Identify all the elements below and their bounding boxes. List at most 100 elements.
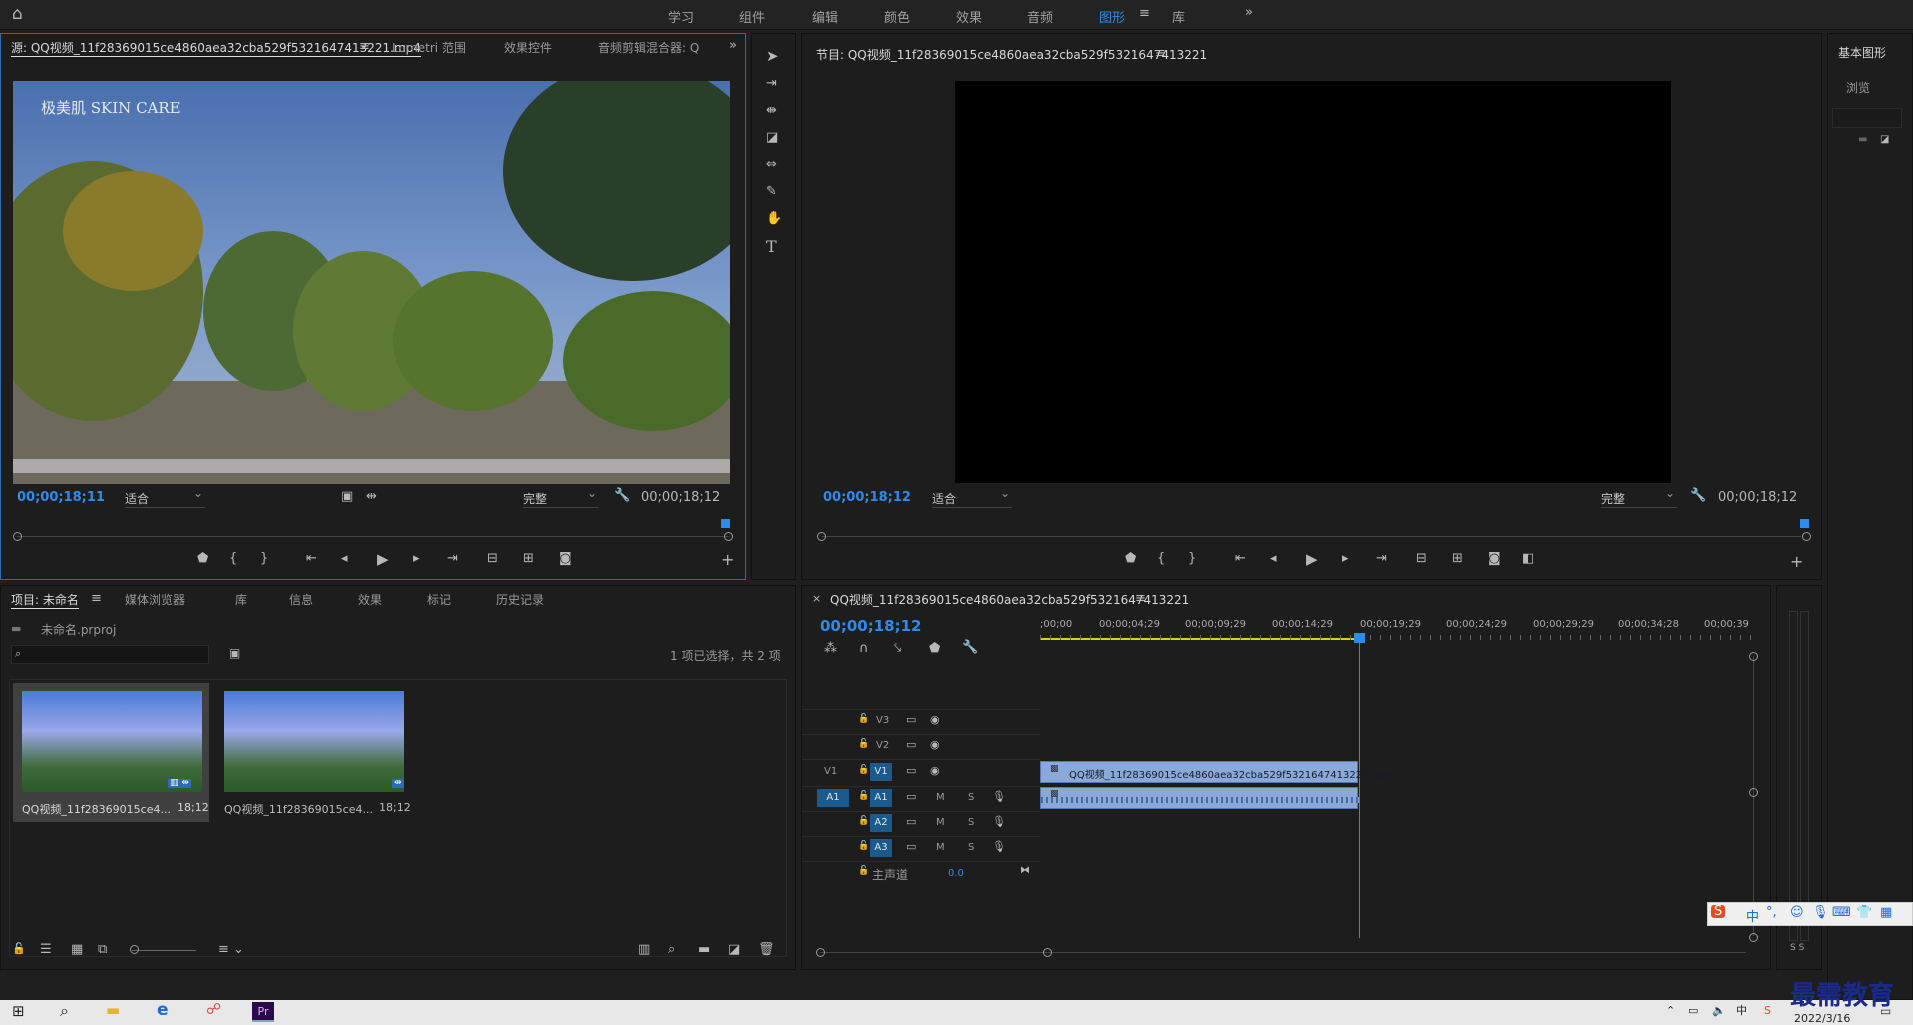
- tab-effect-controls[interactable]: 效果控件: [504, 39, 552, 56]
- home-icon[interactable]: ⌂: [12, 6, 23, 23]
- video-clip[interactable]: ▩ QQ视频_11f28369015ce4860aea32cba529f5321…: [1040, 761, 1394, 783]
- selection-tool-icon[interactable]: ➤: [766, 49, 779, 64]
- sort-icon[interactable]: ≡ ⌄: [218, 943, 244, 956]
- scrubber-start-handle[interactable]: [13, 532, 22, 541]
- tab-project[interactable]: 项目: 未命名: [11, 591, 79, 609]
- lock-icon[interactable]: 🔓: [858, 842, 869, 851]
- mark-out-icon[interactable]: }: [260, 552, 268, 565]
- source-playhead[interactable]: [721, 519, 730, 528]
- linked-selection-icon[interactable]: ⤥: [894, 642, 901, 655]
- network-icon[interactable]: ▭: [1688, 1005, 1698, 1016]
- lock-icon[interactable]: 🔓: [858, 715, 869, 724]
- app-icon[interactable]: ☍: [206, 1002, 221, 1017]
- scroll-handle-top[interactable]: [1749, 652, 1758, 661]
- track-target-a1[interactable]: A1: [870, 789, 892, 807]
- microphone-icon[interactable]: 🎙: [992, 816, 1006, 827]
- source-quality-dropdown[interactable]: 完整: [523, 486, 599, 508]
- play-icon[interactable]: ▶: [377, 552, 389, 567]
- timeline-timecode[interactable]: 00;00;18;12: [820, 617, 922, 635]
- workspace-editing[interactable]: 编辑: [812, 7, 838, 26]
- solo-button[interactable]: S: [968, 817, 974, 828]
- project-item-card[interactable]: ⇹ QQ视频_11f28369015ce4... 18;12: [215, 683, 411, 822]
- workspace-learn[interactable]: 学习: [668, 7, 694, 26]
- insert-icon[interactable]: ⊟: [487, 552, 498, 565]
- panel-menu-icon[interactable]: ≡: [1155, 47, 1166, 60]
- skin-icon[interactable]: 👕: [1856, 906, 1872, 919]
- mark-in-icon[interactable]: {: [1157, 552, 1165, 565]
- step-back-icon[interactable]: ◂: [1270, 552, 1277, 565]
- compare-view-icon[interactable]: ◧: [1522, 552, 1534, 565]
- snap-icon[interactable]: ∩: [859, 642, 869, 655]
- tab-browse[interactable]: 浏览: [1846, 79, 1870, 96]
- mark-out-icon[interactable]: }: [1188, 552, 1196, 565]
- step-back-icon[interactable]: ◂: [341, 552, 348, 565]
- panel-menu-icon[interactable]: ≡: [1135, 592, 1146, 605]
- track-select-tool-icon[interactable]: ⇥: [766, 77, 777, 90]
- program-quality-dropdown[interactable]: 完整: [1601, 486, 1677, 508]
- camera-icon[interactable]: ◙: [559, 552, 572, 565]
- tab-markers[interactable]: 标记: [427, 591, 451, 608]
- sync-lock-icon[interactable]: ▭: [906, 765, 916, 776]
- workspace-libraries[interactable]: 库: [1172, 7, 1185, 26]
- folder-icon[interactable]: ▬: [1858, 135, 1867, 145]
- microphone-icon[interactable]: 🎙: [992, 841, 1006, 852]
- new-item-icon[interactable]: ◪: [1880, 135, 1889, 145]
- lock-icon[interactable]: 🔓: [858, 792, 869, 801]
- premiere-pro-icon[interactable]: Pr: [252, 1002, 274, 1022]
- scrubber-end-handle[interactable]: [724, 532, 733, 541]
- go-to-in-icon[interactable]: ⇤: [306, 552, 317, 565]
- timeline-ruler[interactable]: ;00;00 00;00;04;29 00;00;09;29 00;00;14;…: [1040, 614, 1752, 644]
- list-view-icon[interactable]: ☰: [40, 943, 52, 956]
- more-workspaces-icon[interactable]: »: [1245, 6, 1253, 19]
- razor-tool-icon[interactable]: ◪: [766, 131, 778, 144]
- eye-icon[interactable]: ◉: [930, 739, 940, 750]
- project-search-input[interactable]: ⌕: [11, 645, 209, 664]
- program-scrubber[interactable]: [822, 536, 1801, 537]
- program-title[interactable]: 节目: QQ视频_11f28369015ce4860aea32cba529f53…: [816, 46, 1207, 63]
- scrubber-start-handle[interactable]: [817, 532, 826, 541]
- scroll-handle-bot[interactable]: [1749, 933, 1758, 942]
- step-forward-icon[interactable]: ▸: [413, 552, 420, 565]
- sync-lock-icon[interactable]: ▭: [906, 739, 916, 750]
- find-icon[interactable]: ⌕: [668, 943, 675, 956]
- workspace-color[interactable]: 颜色: [884, 7, 910, 26]
- go-to-in-icon[interactable]: ⇤: [1235, 552, 1246, 565]
- ime-tray-icon[interactable]: 中: [1736, 1005, 1747, 1016]
- panel-menu-icon[interactable]: ≡: [91, 592, 102, 605]
- new-search-bin-icon[interactable]: ▣: [229, 647, 240, 659]
- source-fit-dropdown[interactable]: 适合: [125, 486, 205, 508]
- workspace-graphics[interactable]: 图形: [1099, 7, 1125, 26]
- lock-icon[interactable]: 🔓: [858, 817, 869, 826]
- hand-tool-icon[interactable]: ✋: [766, 212, 782, 225]
- tab-effects[interactable]: 效果: [358, 591, 382, 608]
- track-target-v1[interactable]: V1: [870, 763, 892, 781]
- file-explorer-icon[interactable]: ▬: [106, 1003, 120, 1018]
- graphics-search-box[interactable]: [1832, 108, 1902, 128]
- tray-up-icon[interactable]: ⌃: [1666, 1005, 1675, 1016]
- audio-clip[interactable]: ▩: [1040, 787, 1359, 809]
- ripple-edit-tool-icon[interactable]: ⇼: [766, 104, 777, 117]
- windows-start-icon[interactable]: ⊞: [12, 1004, 25, 1019]
- icon-view-icon[interactable]: ▦: [71, 943, 83, 956]
- microphone-icon[interactable]: 🎙: [1812, 906, 1829, 919]
- play-icon[interactable]: ▶: [1306, 552, 1318, 567]
- program-timecode-in[interactable]: 00;00;18;12: [823, 490, 911, 505]
- add-marker-icon[interactable]: ⬟: [1125, 552, 1136, 565]
- sync-lock-icon[interactable]: ▭: [906, 791, 916, 802]
- add-marker-icon[interactable]: ⬟: [197, 552, 208, 565]
- keyboard-icon[interactable]: ⌨: [1832, 906, 1851, 919]
- overflow-icon[interactable]: »: [729, 39, 737, 52]
- solo-button[interactable]: S: [968, 792, 974, 803]
- microphone-icon[interactable]: 🎙: [992, 791, 1006, 802]
- sync-lock-icon[interactable]: ▭: [906, 841, 916, 852]
- go-to-edit-icon[interactable]: ⧓: [1020, 866, 1030, 876]
- ime-mode[interactable]: 中: [1746, 906, 1759, 925]
- scrubber-end-handle[interactable]: [1802, 532, 1811, 541]
- tab-libraries[interactable]: 库: [235, 591, 247, 608]
- wrench-icon[interactable]: 🔧: [962, 641, 978, 654]
- tab-info[interactable]: 信息: [289, 591, 313, 608]
- playhead-line[interactable]: [1359, 638, 1360, 938]
- sync-lock-icon[interactable]: ▭: [906, 816, 916, 827]
- sogou-tray-icon[interactable]: S: [1764, 1005, 1771, 1016]
- lock-icon[interactable]: 🔓: [12, 943, 26, 954]
